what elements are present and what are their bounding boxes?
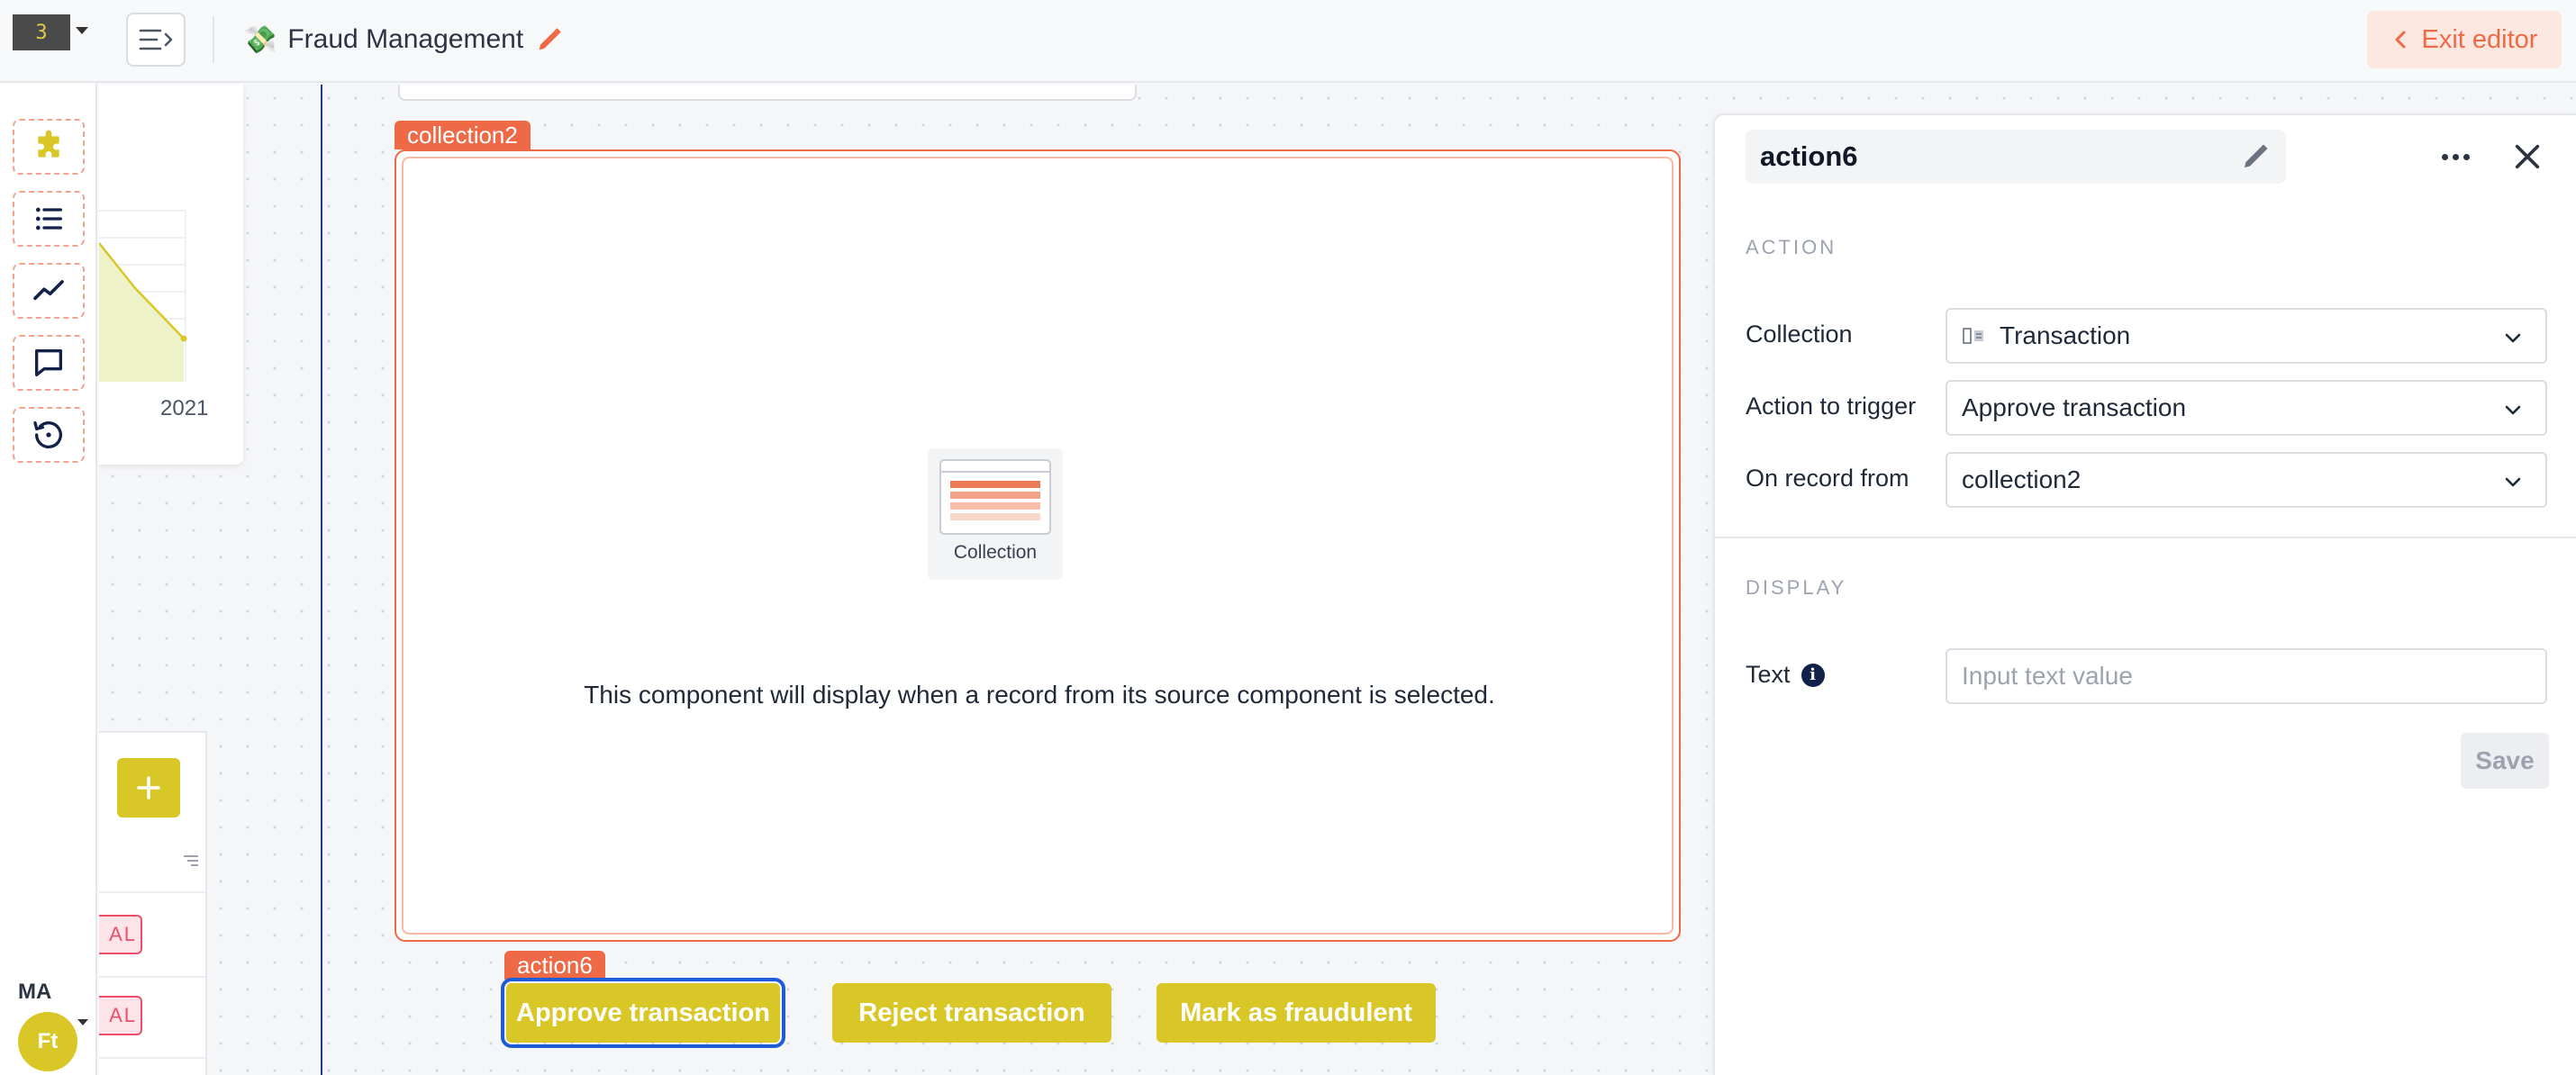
- header-divider: [213, 16, 214, 63]
- collection-inner: Collection This component will display w…: [402, 157, 1673, 935]
- status-badge: AL: [99, 996, 142, 1035]
- record-source-label: On record from: [1746, 465, 1909, 492]
- list-tool[interactable]: [13, 191, 85, 247]
- close-icon: [2515, 144, 2540, 169]
- filter-icon[interactable]: [182, 854, 200, 868]
- canvas-section-guide: [321, 85, 322, 1075]
- chart-component[interactable]: 2021: [99, 85, 243, 465]
- collection-label: Collection: [1746, 321, 1853, 348]
- component-fragment[interactable]: [398, 85, 1137, 101]
- text-value-input[interactable]: [1946, 648, 2547, 704]
- history-tool[interactable]: [13, 407, 85, 463]
- collection-placeholder: Collection: [928, 448, 1063, 580]
- collection-component[interactable]: Collection This component will display w…: [395, 149, 1681, 942]
- mark-fraudulent-button[interactable]: Mark as fraudulent: [1156, 983, 1436, 1043]
- collection-icon: [939, 459, 1051, 535]
- collection-select[interactable]: Transaction: [1946, 308, 2547, 364]
- table-row-divider: [99, 891, 205, 893]
- app-title: 💸 Fraud Management: [243, 22, 565, 58]
- collection-empty-message: This component will display when a recor…: [584, 681, 1495, 709]
- exit-editor-button[interactable]: Exit editor: [2367, 11, 2562, 68]
- chevron-down-icon: [2505, 405, 2521, 415]
- close-panel-button[interactable]: [2506, 135, 2549, 178]
- account-caret-icon[interactable]: [77, 1019, 88, 1025]
- save-button[interactable]: Save: [2461, 733, 2549, 789]
- app-title-text: Fraud Management: [287, 24, 524, 54]
- action-tag[interactable]: action6: [504, 951, 605, 980]
- plus-icon: [137, 776, 160, 799]
- toggle-sidebar-button[interactable]: [126, 13, 186, 67]
- chevron-down-icon: [2505, 477, 2521, 487]
- component-name-field[interactable]: action6: [1746, 130, 2286, 184]
- collection-tag[interactable]: collection2: [395, 121, 531, 149]
- components-tool[interactable]: [13, 119, 85, 175]
- sidebar-toggle-icon: [139, 29, 173, 50]
- panel-section-divider: [1715, 537, 2576, 538]
- display-section-title: DISPLAY: [1746, 576, 1847, 599]
- history-icon: [33, 421, 62, 449]
- chart-x-tick: 2021: [160, 396, 209, 420]
- record-source-select[interactable]: collection2: [1946, 452, 2547, 508]
- rename-component-button[interactable]: [2228, 130, 2282, 184]
- chart-tool[interactable]: [13, 263, 85, 319]
- list-icon: [36, 207, 63, 230]
- user-avatar-initials[interactable]: MA: [18, 980, 51, 1005]
- chat-icon: [35, 349, 63, 376]
- table-component[interactable]: AL AL: [99, 731, 207, 1075]
- action-trigger-select[interactable]: Approve transaction: [1946, 380, 2547, 436]
- area-chart-fragment: [99, 210, 187, 382]
- info-icon[interactable]: i: [1800, 663, 1825, 687]
- reject-transaction-button[interactable]: Reject transaction: [832, 983, 1111, 1043]
- tool-sidebar: [0, 83, 97, 1075]
- transaction-emoji-icon: [1963, 328, 1983, 344]
- component-settings-panel: action6 ACTION Collection Transaction Ac…: [1713, 113, 2576, 1075]
- chevron-down-icon: [2505, 333, 2521, 343]
- app-emoji-icon: 💸: [243, 24, 277, 55]
- workspace-caret-icon[interactable]: [76, 27, 88, 34]
- collection-placeholder-label: Collection: [953, 542, 1038, 563]
- add-record-button[interactable]: [117, 758, 180, 818]
- status-badge: AL: [99, 915, 142, 954]
- more-dots-icon: [2441, 153, 2448, 160]
- puzzle-icon: [38, 130, 59, 158]
- table-row-divider: [99, 976, 205, 978]
- action-section-title: ACTION: [1746, 236, 1837, 258]
- top-bar: 3 💸 Fraud Management Exit editor: [0, 0, 2576, 83]
- action-trigger-label: Action to trigger: [1746, 393, 1917, 420]
- table-row-divider: [99, 1057, 205, 1059]
- text-label: Text i: [1746, 661, 1825, 689]
- edit-title-icon[interactable]: [534, 24, 565, 55]
- app-logo[interactable]: 3: [13, 14, 70, 50]
- line-chart-icon: [33, 280, 64, 301]
- team-avatar[interactable]: Ft: [18, 1012, 77, 1071]
- chevron-left-icon: [2395, 31, 2406, 49]
- pencil-icon: [2245, 144, 2268, 167]
- more-options-button[interactable]: [2435, 139, 2475, 175]
- comments-tool[interactable]: [13, 335, 85, 391]
- approve-transaction-button[interactable]: Approve transaction: [501, 978, 785, 1048]
